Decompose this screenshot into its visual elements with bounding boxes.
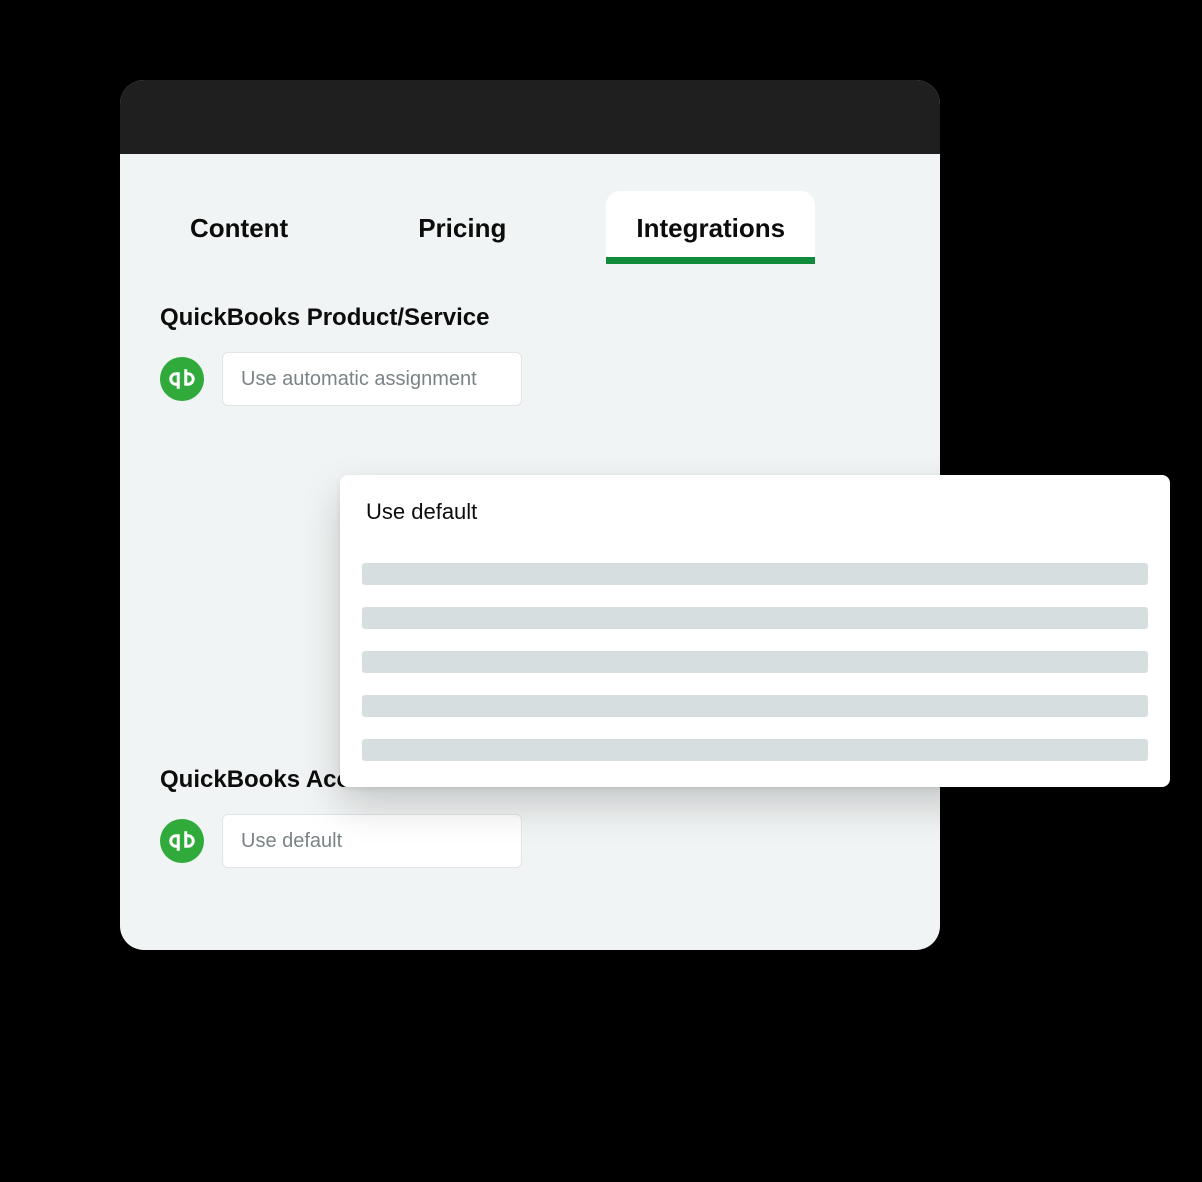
- field-row-product-service: Use automatic assignment: [160, 352, 900, 406]
- quickbooks-icon: [160, 357, 204, 401]
- label-product-service: QuickBooks Product/Service: [160, 304, 900, 332]
- tab-pricing[interactable]: Pricing: [388, 191, 536, 264]
- dropdown-option-use-default[interactable]: Use default: [362, 493, 1148, 541]
- select-account-code-value: Use default: [241, 830, 342, 853]
- tab-content[interactable]: Content: [160, 191, 318, 264]
- app-window: Content Pricing Integrations QuickBooks …: [120, 80, 940, 950]
- window-titlebar: [120, 80, 940, 154]
- dropdown-option-placeholder[interactable]: [362, 695, 1148, 717]
- dropdown-option-placeholder[interactable]: [362, 607, 1148, 629]
- dropdown-product-service: Use default: [340, 475, 1170, 787]
- tab-integrations[interactable]: Integrations: [606, 191, 815, 264]
- quickbooks-icon: [160, 819, 204, 863]
- dropdown-option-placeholder[interactable]: [362, 739, 1148, 761]
- dropdown-option-placeholder[interactable]: [362, 651, 1148, 673]
- select-product-service[interactable]: Use automatic assignment: [222, 352, 522, 406]
- field-row-account-code: Use default: [160, 814, 900, 868]
- section-product-service: QuickBooks Product/Service Use automatic…: [120, 264, 940, 406]
- select-product-service-value: Use automatic assignment: [241, 368, 477, 391]
- select-account-code[interactable]: Use default: [222, 814, 522, 868]
- dropdown-option-placeholder[interactable]: [362, 563, 1148, 585]
- tabs-bar: Content Pricing Integrations: [120, 154, 940, 264]
